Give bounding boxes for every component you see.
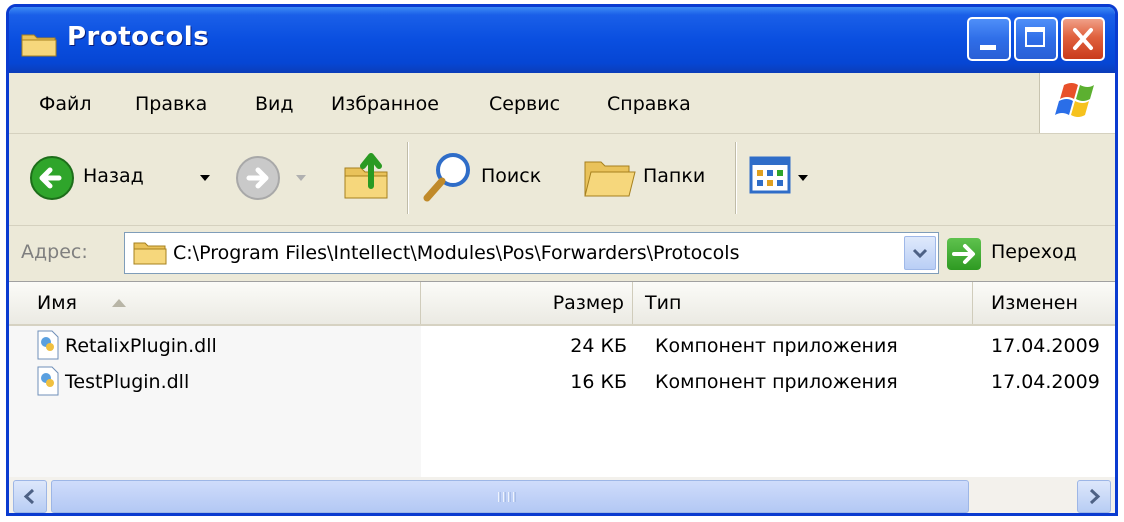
column-size-label: Размер — [552, 292, 624, 314]
back-label: Назад — [83, 165, 144, 187]
explorer-window: Protocols Файл Правка Вид Избранное Серв… — [6, 4, 1118, 516]
views-button[interactable] — [749, 156, 813, 202]
file-name: TestPlugin.dll — [65, 371, 190, 393]
column-modified-label: Изменен — [991, 292, 1078, 314]
column-type-label: Тип — [645, 292, 682, 314]
dll-file-icon — [37, 330, 59, 360]
address-dropdown-button[interactable] — [904, 236, 936, 270]
horizontal-scrollbar[interactable] — [9, 477, 1115, 513]
search-label: Поиск — [481, 165, 542, 187]
search-icon — [423, 153, 470, 202]
address-bar: Адрес: C:\Program Files\Intellect\Module… — [9, 226, 1115, 281]
search-button[interactable]: Поиск — [419, 150, 565, 206]
file-type: Компонент приложения — [655, 371, 898, 393]
chevron-right-icon — [1089, 488, 1101, 505]
back-dropdown-icon[interactable] — [199, 174, 211, 182]
column-type[interactable]: Тип — [633, 282, 973, 324]
minimize-icon — [980, 45, 996, 50]
grip-icon — [498, 492, 516, 502]
go-button[interactable] — [947, 238, 981, 270]
windows-logo-icon — [1055, 83, 1094, 117]
go-arrow-icon — [952, 244, 975, 264]
file-type: Компонент приложения — [655, 335, 898, 357]
menu-favorites[interactable]: Избранное — [331, 93, 439, 115]
toolbar-separator — [407, 142, 409, 214]
back-button[interactable]: Назад — [29, 152, 219, 204]
column-name[interactable]: Имя — [9, 282, 421, 324]
maximize-icon — [1025, 27, 1045, 47]
folders-button[interactable]: Папки — [581, 150, 721, 206]
file-modified: 17.04.2009 — [991, 371, 1100, 393]
file-row[interactable]: RetalixPlugin.dll 24 КБ Компонент прилож… — [9, 330, 1115, 362]
file-name: RetalixPlugin.dll — [65, 335, 217, 357]
up-folder-icon — [344, 153, 388, 199]
folder-icon — [21, 34, 57, 57]
address-value: C:\Program Files\Intellect\Modules\Pos\F… — [173, 242, 740, 264]
address-label: Адрес: — [21, 241, 88, 263]
window-title: Protocols — [67, 22, 210, 52]
file-size: 16 КБ — [570, 371, 627, 393]
file-modified: 17.04.2009 — [991, 335, 1100, 357]
folders-label: Папки — [643, 165, 706, 187]
back-arrow-icon — [30, 156, 74, 200]
minimize-button[interactable] — [967, 17, 1011, 61]
address-input[interactable]: C:\Program Files\Intellect\Modules\Pos\F… — [124, 232, 939, 274]
views-dropdown-icon — [798, 175, 808, 181]
column-size[interactable]: Размер — [421, 282, 633, 324]
windows-logo — [1039, 73, 1115, 133]
column-modified[interactable]: Изменен — [973, 282, 1115, 324]
scroll-left-button[interactable] — [13, 480, 47, 513]
dll-file-icon — [37, 366, 59, 396]
sort-ascending-icon — [112, 299, 126, 307]
folders-icon — [584, 161, 636, 197]
menu-view[interactable]: Вид — [255, 93, 294, 115]
menu-tools[interactable]: Сервис — [489, 93, 560, 115]
close-button[interactable] — [1061, 17, 1105, 61]
forward-dropdown-icon — [296, 175, 306, 181]
column-name-label: Имя — [37, 292, 77, 314]
menu-bar: Файл Правка Вид Избранное Сервис Справка — [9, 73, 1115, 134]
title-bar[interactable]: Protocols — [9, 7, 1115, 73]
column-header-row: Имя Размер Тип Изменен — [9, 282, 1115, 326]
file-size: 24 КБ — [570, 335, 627, 357]
chevron-left-icon — [23, 488, 35, 505]
file-row[interactable]: TestPlugin.dll 16 КБ Компонент приложени… — [9, 366, 1115, 398]
scrollbar-thumb[interactable] — [51, 480, 969, 513]
toolbar: Назад Поиск Папки — [9, 134, 1115, 226]
scroll-right-button[interactable] — [1077, 480, 1111, 513]
menu-edit[interactable]: Правка — [135, 93, 207, 115]
close-icon — [1073, 28, 1093, 50]
maximize-button[interactable] — [1014, 17, 1058, 61]
forward-button[interactable] — [235, 152, 315, 204]
folder-icon — [133, 242, 167, 265]
menu-file[interactable]: Файл — [39, 93, 92, 115]
views-icon — [749, 156, 791, 194]
go-label[interactable]: Переход — [991, 241, 1077, 263]
forward-arrow-icon — [236, 156, 280, 200]
chevron-down-icon — [912, 248, 928, 259]
menu-help[interactable]: Справка — [607, 93, 691, 115]
up-folder-button[interactable] — [341, 146, 395, 204]
file-list[interactable]: Имя Размер Тип Изменен RetalixPlugin.dll… — [9, 281, 1115, 478]
toolbar-separator — [735, 142, 737, 214]
